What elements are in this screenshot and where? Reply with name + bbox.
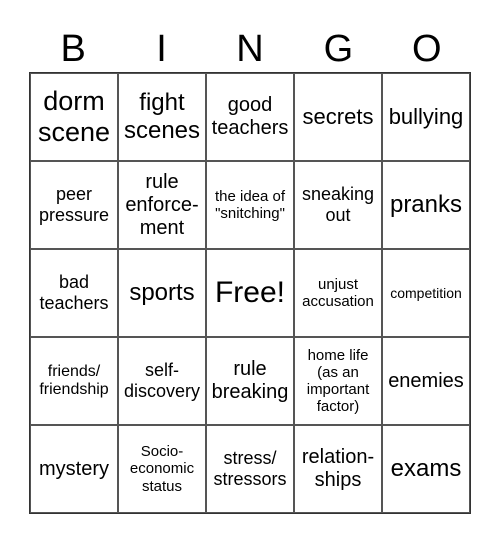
cell-text: pranks — [389, 191, 463, 219]
header-letter-g: G — [323, 28, 354, 70]
bingo-cell[interactable]: enemies — [382, 337, 470, 425]
header-letter-i: I — [156, 28, 167, 70]
cell-text: competition — [390, 284, 462, 301]
bingo-grid: dorm scene fight scenes good teachers se… — [29, 72, 471, 514]
cell-text: unjust accusation — [302, 275, 374, 310]
cell-text: mystery — [39, 457, 109, 480]
bingo-cell[interactable]: self- discovery — [118, 337, 206, 425]
bingo-cell[interactable]: rule enforce- ment — [118, 161, 206, 249]
cell-text: dorm scene — [37, 85, 111, 147]
cell-text: peer pressure — [38, 184, 110, 225]
bingo-cell[interactable]: exams — [382, 425, 470, 513]
bingo-cell[interactable]: peer pressure — [30, 161, 118, 249]
cell-text: rule breaking — [211, 358, 289, 403]
bingo-cell[interactable]: friends/ friendship — [30, 337, 118, 425]
cell-text: fight scenes — [123, 89, 201, 144]
bingo-cell[interactable]: home life (as an important factor) — [294, 337, 382, 425]
bingo-cell[interactable]: good teachers — [206, 73, 294, 161]
cell-text: enemies — [388, 369, 464, 392]
cell-text: Free! — [214, 275, 286, 309]
cell-text: friends/ friendship — [39, 362, 109, 398]
bingo-cell[interactable]: relation- ships — [294, 425, 382, 513]
cell-text: relation- ships — [301, 446, 375, 491]
header-letter-o: O — [411, 28, 442, 70]
bingo-cell[interactable]: mystery — [30, 425, 118, 513]
bingo-cell[interactable]: sports — [118, 249, 206, 337]
bingo-cell[interactable]: secrets — [294, 73, 382, 161]
cell-text: good teachers — [211, 94, 289, 139]
header-letter-n: N — [236, 28, 264, 70]
bingo-cell[interactable]: sneaking out — [294, 161, 382, 249]
bingo-cell[interactable]: dorm scene — [30, 73, 118, 161]
cell-text: sports — [129, 279, 195, 307]
cell-text: the idea of "snitching" — [214, 187, 286, 222]
bingo-cell[interactable]: fight scenes — [118, 73, 206, 161]
cell-text: bullying — [388, 104, 464, 130]
bingo-cell[interactable]: pranks — [382, 161, 470, 249]
cell-text: bad teachers — [39, 272, 109, 313]
bingo-cell[interactable]: Socio- economic status — [118, 425, 206, 513]
bingo-cell[interactable]: rule breaking — [206, 337, 294, 425]
cell-text: Socio- economic status — [129, 443, 195, 495]
free-space-cell[interactable]: Free! — [206, 249, 294, 337]
bingo-cell[interactable]: the idea of "snitching" — [206, 161, 294, 249]
bingo-cell[interactable]: unjust accusation — [294, 249, 382, 337]
bingo-cell[interactable]: bullying — [382, 73, 470, 161]
cell-text: rule enforce- ment — [125, 170, 199, 239]
cell-text: secrets — [302, 104, 374, 130]
header-letter-b: B — [60, 28, 86, 70]
cell-text: exams — [390, 455, 462, 483]
bingo-header: B I N G O — [29, 26, 471, 72]
cell-text: sneaking out — [301, 184, 375, 225]
cell-text: stress/ stressors — [213, 448, 287, 489]
bingo-cell[interactable]: bad teachers — [30, 249, 118, 337]
cell-text: home life (as an important factor) — [306, 346, 370, 416]
bingo-cell[interactable]: competition — [382, 249, 470, 337]
cell-text: self- discovery — [123, 360, 201, 401]
bingo-cell[interactable]: stress/ stressors — [206, 425, 294, 513]
